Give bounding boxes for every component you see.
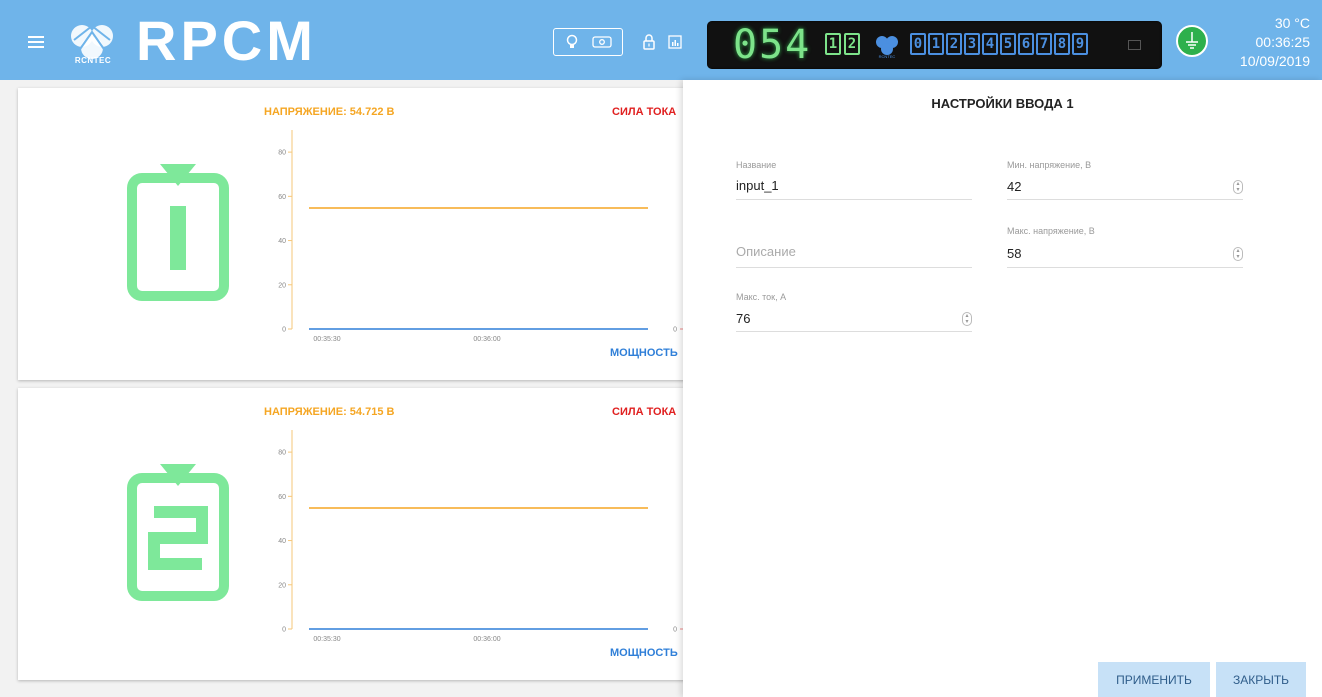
power-label: МОЩНОСТЬ: [610, 647, 678, 659]
input-indicator: 2: [844, 33, 860, 55]
y-tick-label: 80: [278, 450, 286, 457]
y-tick-label: 20: [278, 282, 286, 289]
x-tick-label: 00:36:00: [473, 336, 500, 343]
top-bar: RCNTEC RPCM 054 1 2 RCNTEC 0 1 2 3 4 5 6…: [0, 0, 1322, 80]
voltage-label: НАПРЯЖЕНИЕ: 54.722 В: [264, 106, 395, 118]
min-voltage-field[interactable]: Мин. напряжение, В 42 ▴ ▾: [1007, 160, 1243, 200]
input-2-icon: [127, 464, 229, 601]
max-current-stepper[interactable]: ▴ ▾: [962, 312, 972, 326]
status-display: 054 1 2 RCNTEC 0 1 2 3 4 5 6 7 8 9: [707, 21, 1162, 69]
input-1-chart: 0 20 40 60 80 0 00:35:30 00:36:00: [278, 130, 685, 343]
max-voltage-label: Макс. напряжение, В: [1007, 226, 1095, 236]
y-tick-label: 0: [282, 627, 286, 634]
lock-icon[interactable]: [643, 34, 655, 50]
ground-icon: [1176, 25, 1208, 57]
y-tick-label: 20: [278, 582, 286, 589]
outlet-indicator: 7: [1036, 33, 1052, 55]
max-current-label: Макс. ток, А: [736, 292, 787, 302]
outlet-indicator: 3: [964, 33, 980, 55]
current-label: СИЛА ТОКА: [612, 406, 677, 418]
max-current-value[interactable]: 76: [736, 311, 750, 326]
input-indicator: 1: [825, 33, 841, 55]
y-tick-label: 0: [282, 327, 286, 334]
max-voltage-value[interactable]: 58: [1007, 246, 1021, 261]
app-logo-text: RPCM: [136, 9, 317, 72]
input-card-2[interactable]: НАПРЯЖЕНИЕ: 54.715 В СИЛА ТОКА МОЩНОСТЬ …: [18, 388, 694, 680]
status-readout: 30 °C 00:36:25 10/09/2019: [1220, 14, 1310, 71]
outlet-indicator: 2: [946, 33, 962, 55]
outlet-indicator: 6: [1018, 33, 1034, 55]
indicator-group: [553, 28, 623, 56]
clock-date: 10/09/2019: [1239, 53, 1310, 69]
x-tick-label: 00:36:00: [473, 636, 500, 643]
right-tick-label: 0: [673, 327, 677, 334]
device-number: 054: [733, 22, 812, 68]
close-button[interactable]: ЗАКРЫТЬ: [1216, 662, 1306, 697]
right-tick-label: 0: [673, 627, 677, 634]
max-current-field[interactable]: Макс. ток, А 76 ▴ ▾: [736, 292, 972, 332]
outlet-indicator: 4: [982, 33, 998, 55]
outlet-indicators: 0 1 2 3 4 5 6 7 8 9: [910, 33, 1088, 57]
min-voltage-value[interactable]: 42: [1007, 179, 1021, 194]
input-2-chart: 0 20 40 60 80 0 00:35:30 00:36:00: [278, 430, 685, 643]
panel-title: НАСТРОЙКИ ВВОДА 1: [931, 96, 1074, 111]
min-voltage-label: Мин. напряжение, В: [1007, 160, 1092, 170]
max-voltage-stepper[interactable]: ▴ ▾: [1233, 247, 1243, 261]
min-voltage-stepper[interactable]: ▴ ▾: [1233, 180, 1243, 194]
radio-signal-icon[interactable]: [592, 36, 612, 48]
svg-text:RCNTEC: RCNTEC: [879, 54, 896, 59]
voltage-label: НАПРЯЖЕНИЕ: 54.715 В: [264, 406, 395, 418]
current-label: СИЛА ТОКА: [612, 106, 677, 118]
max-voltage-field[interactable]: Макс. напряжение, В 58 ▴ ▾: [1007, 226, 1243, 268]
y-tick-label: 80: [278, 150, 286, 157]
power-label: МОЩНОСТЬ: [610, 347, 678, 359]
outlet-indicator: 5: [1000, 33, 1016, 55]
logo-caption: RCNTEC: [74, 56, 112, 65]
input-pair: 1 2: [825, 33, 860, 57]
apply-button[interactable]: ПРИМЕНИТЬ: [1098, 662, 1210, 697]
y-tick-label: 60: [278, 494, 286, 501]
mail-icon: [1128, 40, 1141, 50]
description-placeholder[interactable]: Описание: [736, 244, 796, 259]
name-field[interactable]: Название input_1: [736, 160, 972, 200]
input-1-icon: [127, 164, 229, 301]
description-field[interactable]: Описание: [736, 244, 972, 268]
y-tick-label: 60: [278, 194, 286, 201]
bar-chart-icon[interactable]: [668, 35, 682, 49]
clock-time: 00:36:25: [1255, 34, 1311, 50]
menu-icon[interactable]: [28, 36, 44, 48]
rcntec-mini-logo-icon: RCNTEC: [876, 36, 898, 59]
name-field-label: Название: [736, 160, 777, 170]
temperature: 30 °C: [1274, 15, 1310, 31]
app-root: RCNTEC RPCM 054 1 2 RCNTEC 0 1 2 3 4 5 6…: [0, 0, 1322, 697]
x-tick-label: 00:35:30: [313, 336, 340, 343]
outlet-indicator: 8: [1054, 33, 1070, 55]
outlet-indicator: 9: [1072, 33, 1088, 55]
name-field-value[interactable]: input_1: [736, 178, 779, 193]
input-settings-panel: НАСТРОЙКИ ВВОДА 1 Название input_1 Описа…: [683, 80, 1322, 697]
bulb-icon[interactable]: [566, 34, 578, 50]
input-card-1[interactable]: НАПРЯЖЕНИЕ: 54.722 В СИЛА ТОКА МОЩНОСТЬ …: [18, 88, 694, 380]
y-tick-label: 40: [278, 538, 286, 545]
y-tick-label: 40: [278, 238, 286, 245]
x-tick-label: 00:35:30: [313, 636, 340, 643]
outlet-indicator: 1: [928, 33, 944, 55]
outlet-indicator: 0: [910, 33, 926, 55]
